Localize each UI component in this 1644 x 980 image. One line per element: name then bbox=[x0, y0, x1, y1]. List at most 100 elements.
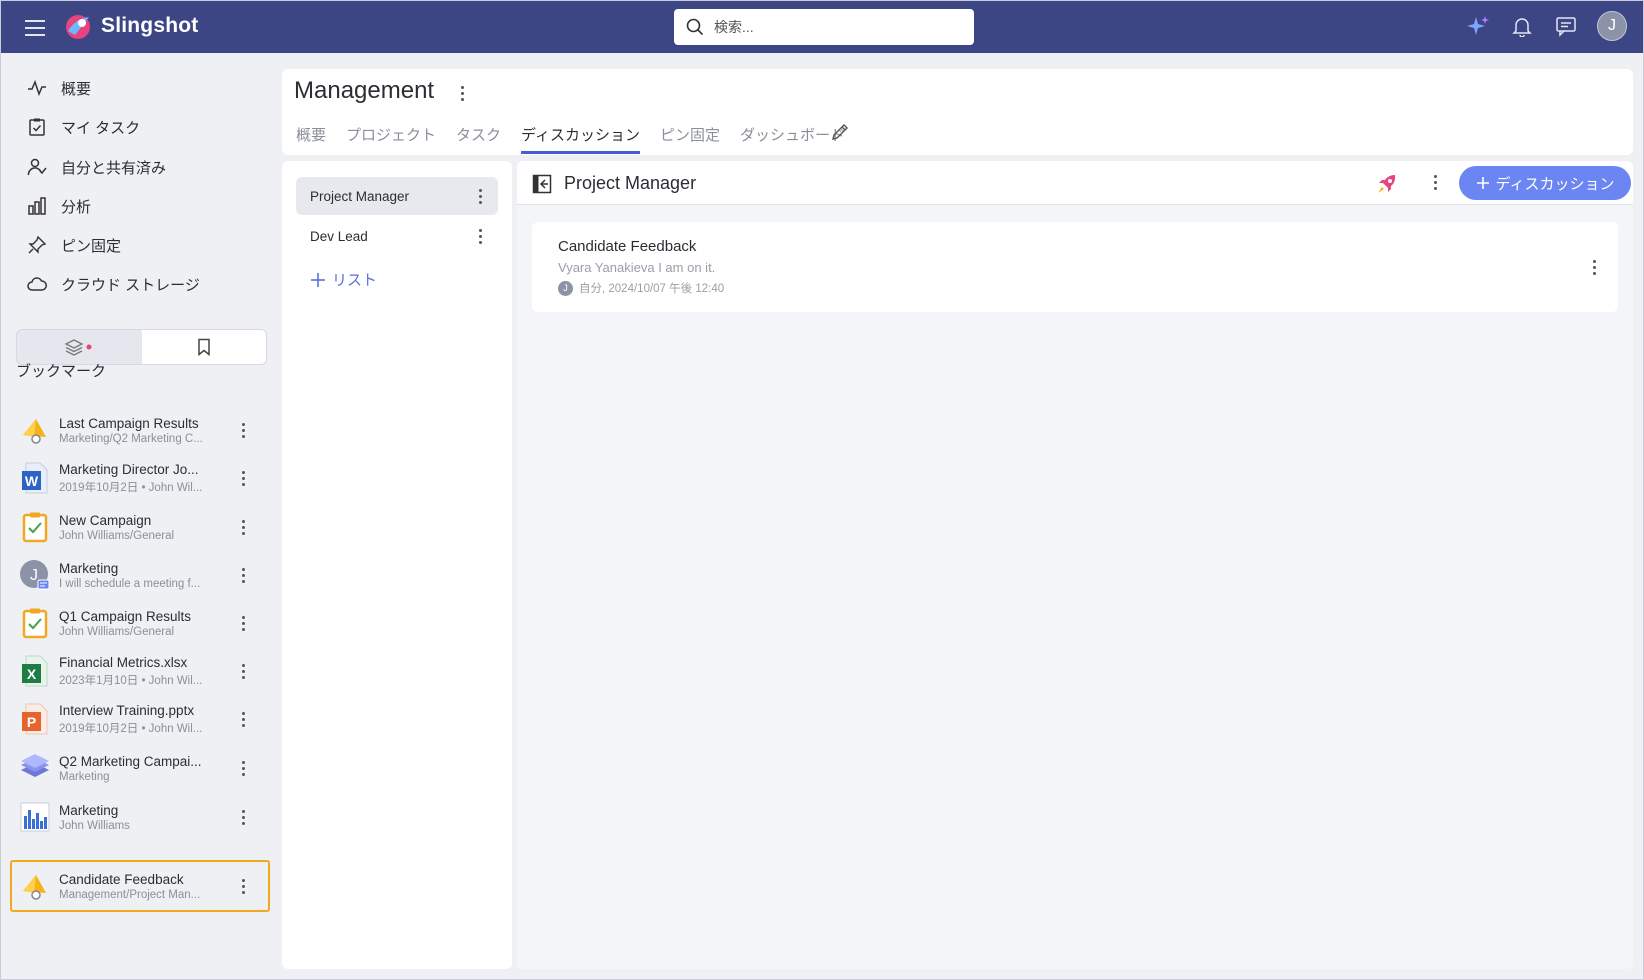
top-bar: Slingshot J bbox=[1, 1, 1643, 53]
user-shared-icon bbox=[27, 158, 47, 176]
activity-icon bbox=[28, 79, 46, 97]
bookmark-more-icon[interactable] bbox=[235, 876, 251, 896]
bookmark-item[interactable]: Q2 Marketing Campai... Marketing bbox=[19, 746, 269, 790]
new-discussion-button[interactable]: ディスカッション bbox=[1459, 166, 1631, 200]
bookmark-more-icon[interactable] bbox=[235, 565, 251, 585]
bookmark-item[interactable]: Last Campaign Results Marketing/Q2 Market… bbox=[19, 408, 269, 452]
list-more-icon[interactable] bbox=[472, 186, 488, 206]
bookmark-item-selected[interactable]: Candidate Feedback Management/Project Man… bbox=[19, 864, 269, 908]
nav-item-label: マイ タスク bbox=[61, 119, 141, 137]
app-window: Slingshot J 概要 マイ タスク bbox=[0, 0, 1644, 980]
list-item-project-manager[interactable]: Project Manager bbox=[296, 177, 498, 215]
svg-text:P: P bbox=[27, 714, 36, 730]
collapse-panel-icon[interactable] bbox=[532, 174, 552, 194]
search-icon bbox=[686, 18, 704, 36]
bookmark-more-icon[interactable] bbox=[235, 661, 251, 681]
new-discussion-label: ディスカッション bbox=[1495, 175, 1615, 193]
bookmark-subtitle: John Williams/General bbox=[59, 625, 175, 638]
add-list-label: リスト bbox=[332, 272, 378, 289]
nav-item-overview[interactable]: 概要 bbox=[27, 73, 91, 103]
bookmark-item[interactable]: P Interview Training.pptx 2019年10月2日 • Jo… bbox=[19, 697, 269, 741]
search-input[interactable] bbox=[714, 19, 954, 35]
bookmark-item[interactable]: W Marketing Director Jo... 2019年10月2日 • J… bbox=[19, 456, 269, 500]
bookmark-subtitle: 2019年10月2日 • John Wil... bbox=[59, 722, 203, 735]
discussion-meta: J 自分, 2024/10/07 午後 12:40 bbox=[558, 280, 724, 296]
bell-icon[interactable] bbox=[1509, 13, 1535, 39]
discussion-header: Project Manager ディスカッション bbox=[517, 161, 1633, 205]
tab-projects[interactable]: プロジェクト bbox=[346, 124, 436, 154]
bookmark-icon bbox=[198, 338, 210, 356]
nav-item-label: 分析 bbox=[61, 198, 92, 216]
powerpoint-file-icon: P bbox=[19, 703, 51, 735]
layers-icon bbox=[19, 752, 51, 784]
megaphone-icon bbox=[19, 414, 51, 446]
bookmark-item[interactable]: X Financial Metrics.xlsx 2023年1月10日 • Joh… bbox=[19, 649, 269, 693]
bookmark-subtitle: Management/Project Man... bbox=[59, 888, 201, 901]
tab-overview[interactable]: 概要 bbox=[296, 124, 326, 154]
edit-tabs-pencil-icon[interactable] bbox=[830, 122, 850, 142]
cloud-icon bbox=[27, 277, 47, 291]
nav-item-shared-with-me[interactable]: 自分と共有済み bbox=[27, 152, 166, 182]
list-item-dev-lead[interactable]: Dev Lead bbox=[296, 217, 498, 255]
tab-tasks[interactable]: タスク bbox=[456, 124, 501, 154]
bookmark-item[interactable]: Q1 Campaign Results John Williams/General bbox=[19, 601, 269, 645]
nav-item-cloud-storage[interactable]: クラウド ストレージ bbox=[27, 269, 200, 299]
ai-sparkle-icon[interactable] bbox=[1465, 13, 1491, 39]
bookmark-title: Candidate Feedback bbox=[59, 871, 184, 887]
list-item-label: Project Manager bbox=[310, 188, 410, 204]
bookmark-more-icon[interactable] bbox=[235, 758, 251, 778]
discussion-more-icon[interactable] bbox=[1586, 257, 1602, 277]
rocket-icon[interactable] bbox=[1375, 172, 1399, 196]
nav-item-pinned[interactable]: ピン固定 bbox=[27, 230, 121, 260]
bookmark-item[interactable]: Marketing John Williams bbox=[19, 795, 269, 839]
bookmark-subtitle: John Williams/General bbox=[59, 529, 175, 542]
recent-layers-toggle[interactable] bbox=[17, 330, 142, 364]
search-box[interactable] bbox=[674, 9, 974, 45]
workspace-more-icon[interactable] bbox=[454, 83, 470, 103]
bookmark-title: Q1 Campaign Results bbox=[59, 608, 192, 624]
bookmark-more-icon[interactable] bbox=[235, 468, 251, 488]
user-avatar[interactable]: J bbox=[1597, 11, 1627, 41]
bookmark-title: Last Campaign Results bbox=[59, 415, 199, 431]
clipboard-task-icon bbox=[19, 511, 51, 543]
bookmark-title: Financial Metrics.xlsx bbox=[59, 654, 188, 670]
tab-discussions[interactable]: ディスカッション bbox=[521, 124, 640, 154]
nav-item-my-tasks[interactable]: マイ タスク bbox=[27, 112, 140, 142]
discussion-title: Candidate Feedback bbox=[558, 238, 697, 255]
plus-icon bbox=[1476, 177, 1489, 189]
discussion-card[interactable]: Candidate Feedback Vyara Yanakieva I am … bbox=[532, 222, 1618, 312]
task-check-icon bbox=[29, 118, 45, 136]
author-avatar: J bbox=[558, 280, 573, 296]
bookmark-more-icon[interactable] bbox=[235, 517, 251, 537]
bookmark-subtitle: John Williams bbox=[59, 819, 130, 832]
discussion-timestamp: 自分, 2024/10/07 午後 12:40 bbox=[579, 283, 725, 295]
nav-item-label: 自分と共有済み bbox=[61, 159, 167, 177]
bookmark-item[interactable]: J Marketing I will schedule a meeting f..… bbox=[19, 553, 269, 597]
hamburger-menu-icon[interactable] bbox=[25, 17, 49, 37]
slingshot-logo-icon bbox=[66, 15, 90, 39]
bookmark-more-icon[interactable] bbox=[235, 807, 251, 827]
word-file-icon: W bbox=[19, 462, 51, 494]
svg-text:W: W bbox=[25, 473, 39, 489]
page-title: Management bbox=[294, 77, 435, 104]
add-list-button[interactable]: リスト bbox=[310, 269, 377, 290]
bookmarks-toggle[interactable] bbox=[141, 330, 266, 364]
layers-icon bbox=[64, 339, 92, 356]
app-logo[interactable]: Slingshot bbox=[63, 11, 198, 41]
discussion-main-panel: Project Manager ディスカッション Candidate Feedb… bbox=[517, 161, 1633, 969]
bookmark-item[interactable]: New Campaign John Williams/General bbox=[19, 505, 269, 549]
bookmark-more-icon[interactable] bbox=[235, 613, 251, 633]
nav-item-analytics[interactable]: 分析 bbox=[27, 191, 91, 221]
chat-icon[interactable] bbox=[1553, 13, 1579, 39]
bookmark-more-icon[interactable] bbox=[235, 420, 251, 440]
list-more-icon[interactable] bbox=[472, 226, 488, 246]
bookmarks-heading: ブックマーク bbox=[16, 363, 107, 380]
dashboard-chart-icon bbox=[19, 801, 51, 833]
workspace-header: Management 概要 プロジェクト タスク ディスカッション ピン固定 ダ… bbox=[282, 69, 1633, 155]
bookmark-subtitle: I will schedule a meeting f... bbox=[59, 577, 201, 590]
bookmark-more-icon[interactable] bbox=[235, 709, 251, 729]
app-name: Slingshot bbox=[101, 14, 199, 37]
excel-file-icon: X bbox=[19, 655, 51, 687]
list-more-icon[interactable] bbox=[1427, 172, 1443, 192]
tab-pinned[interactable]: ピン固定 bbox=[660, 124, 720, 154]
